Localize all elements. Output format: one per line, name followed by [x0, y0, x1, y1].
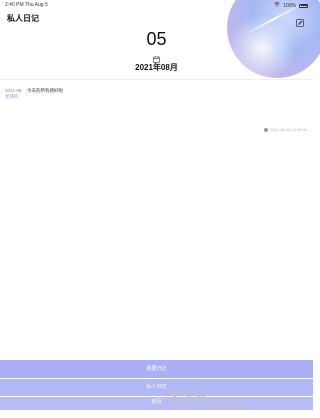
- wifi-icon: [274, 2, 280, 9]
- month-label[interactable]: 2021年08月: [0, 62, 313, 73]
- status-date-value: Thu Aug 5: [24, 2, 48, 8]
- status-bar: 2:40 PM Thu Aug 5 100%: [0, 0, 313, 10]
- entry-timestamp-value: 2021-08-05 14:40:09: [269, 127, 307, 132]
- watermark-text: DOWN: [208, 398, 248, 412]
- page-title: 私人日记: [7, 14, 39, 23]
- entry-text[interactable]: 今天的所有感好啦: [27, 88, 63, 94]
- clock-icon: [263, 127, 268, 132]
- private-diary-button[interactable]: 私人日记: [0, 379, 313, 396]
- entry-date-value: 2021-08: [5, 88, 22, 93]
- battery-icon: [299, 3, 308, 8]
- status-time-value: 2:40 PM: [5, 2, 24, 8]
- battery-percent: 100%: [283, 2, 296, 9]
- home-button[interactable]: 首页: [0, 397, 313, 410]
- day-number: 05: [146, 29, 167, 49]
- edit-icon[interactable]: [296, 14, 304, 27]
- write-diary-button[interactable]: 我要日记: [0, 360, 313, 378]
- status-indicators: 100%: [274, 2, 308, 9]
- entry-date: 2021-08 星期四: [5, 88, 22, 99]
- entry-timestamp: 2021-08-05 14:40:09: [263, 127, 307, 132]
- divider: [0, 79, 313, 80]
- watermark-logo: 138: [168, 386, 208, 411]
- calendar-icon[interactable]: [153, 50, 160, 63]
- status-time: 2:40 PM Thu Aug 5: [5, 2, 48, 8]
- entry-weekday: 星期四: [5, 93, 19, 99]
